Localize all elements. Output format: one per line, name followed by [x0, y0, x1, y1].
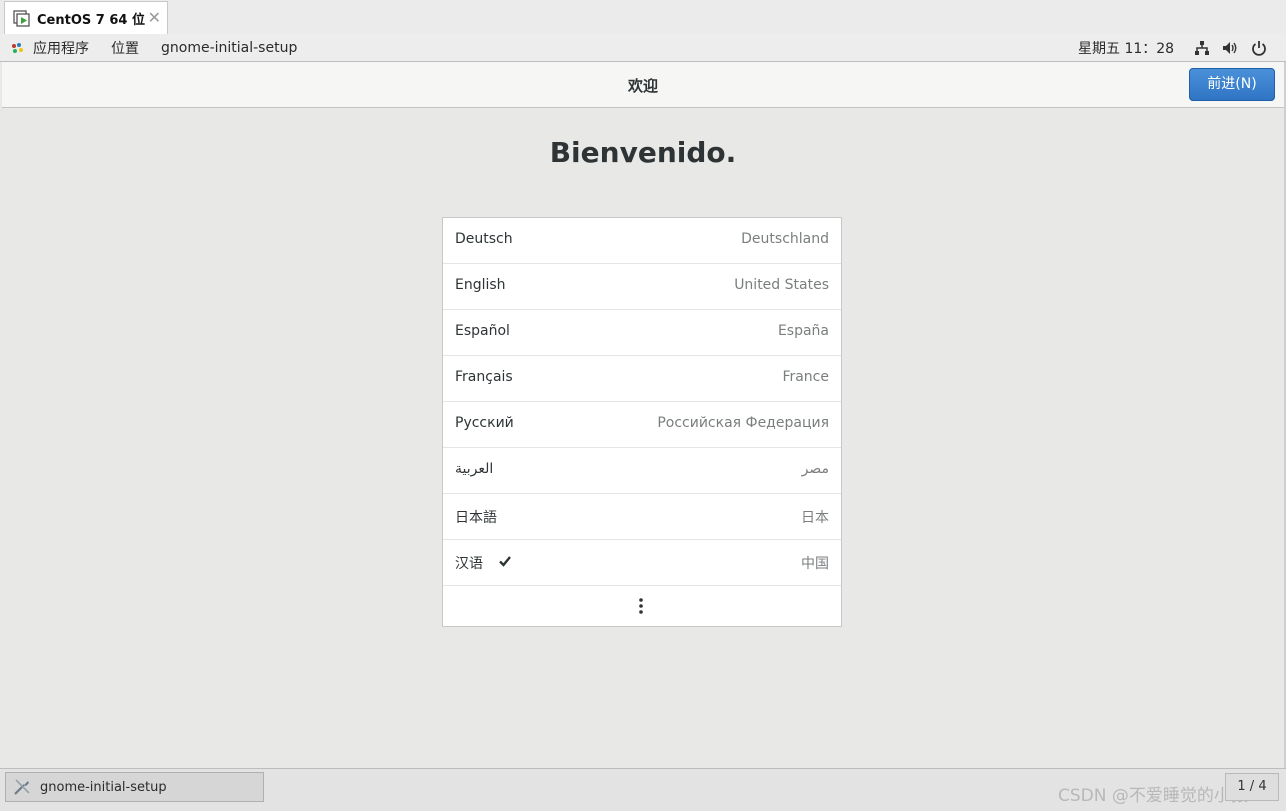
list-item[interactable]: Русский Российская Федерация [443, 402, 841, 448]
language-region: France [782, 369, 829, 385]
volume-icon[interactable] [1221, 39, 1239, 57]
list-item-selected[interactable]: 汉语 中国 [443, 540, 841, 586]
language-list: Deutsch Deutschland English United State… [442, 217, 842, 627]
close-icon[interactable]: ✕ [148, 8, 161, 27]
vm-tab-centos[interactable]: CentOS 7 64 位 ✕ [4, 1, 168, 34]
language-region: 中国 [801, 556, 829, 572]
list-item[interactable]: العربية مصر [443, 448, 841, 494]
top-panel: 应用程序 位置 gnome-initial-setup 星期五 11：28 [0, 34, 1286, 62]
vm-icon [13, 9, 31, 27]
language-region: 日本 [801, 510, 829, 526]
power-icon[interactable] [1250, 39, 1268, 57]
header-bar: 欢迎 前进(N) [2, 62, 1284, 108]
checkmark-icon [499, 556, 511, 567]
language-name: English [455, 277, 506, 293]
language-name: Français [455, 369, 513, 385]
watermark: CSDN @不爱睡觉的小猿 [1058, 786, 1248, 806]
language-region: España [777, 323, 829, 339]
places-menu[interactable]: 位置 [111, 38, 139, 58]
list-item[interactable]: Français France [443, 356, 841, 402]
applications-menu[interactable]: 应用程序 [33, 38, 89, 58]
language-region: مصر [801, 461, 829, 477]
language-name: Русский [455, 415, 514, 431]
language-name: Deutsch [455, 231, 513, 247]
clock[interactable]: 星期五 11：28 [1078, 38, 1174, 58]
language-name: 日本語 [455, 510, 497, 526]
more-languages-button[interactable] [443, 586, 841, 626]
language-name: Español [455, 323, 510, 339]
setup-tools-icon [14, 779, 30, 795]
taskbar-window-button[interactable]: gnome-initial-setup [5, 772, 264, 802]
language-region: Deutschland [741, 231, 829, 247]
page-title: 欢迎 [627, 77, 658, 95]
language-region: United States [734, 277, 829, 293]
list-item[interactable]: English United States [443, 264, 841, 310]
language-name: العربية [455, 461, 494, 477]
taskbar-window-label: gnome-initial-setup [40, 779, 167, 795]
more-vertical-icon [639, 598, 643, 614]
app-menu[interactable]: gnome-initial-setup [161, 40, 297, 56]
vm-tab-bar: CentOS 7 64 位 ✕ [0, 0, 1286, 35]
workspace-switcher[interactable]: 1 / 4 [1225, 773, 1279, 801]
language-region: Российская Федерация [657, 415, 829, 431]
gnome-foot-icon [12, 42, 23, 53]
list-item[interactable]: Deutsch Deutschland [443, 218, 841, 264]
network-icon[interactable] [1193, 39, 1211, 57]
main-content: Bienvenido. Deutsch Deutschland English … [2, 108, 1284, 768]
welcome-heading: Bienvenido. [549, 136, 737, 169]
next-button[interactable]: 前进(N) [1189, 68, 1275, 101]
vm-tab-label: CentOS 7 64 位 [37, 12, 145, 28]
language-name: 汉语 [455, 556, 483, 572]
list-item[interactable]: Español España [443, 310, 841, 356]
taskbar: gnome-initial-setup CSDN @不爱睡觉的小猿 1 / 4 [0, 768, 1286, 811]
list-item[interactable]: 日本語 日本 [443, 494, 841, 540]
